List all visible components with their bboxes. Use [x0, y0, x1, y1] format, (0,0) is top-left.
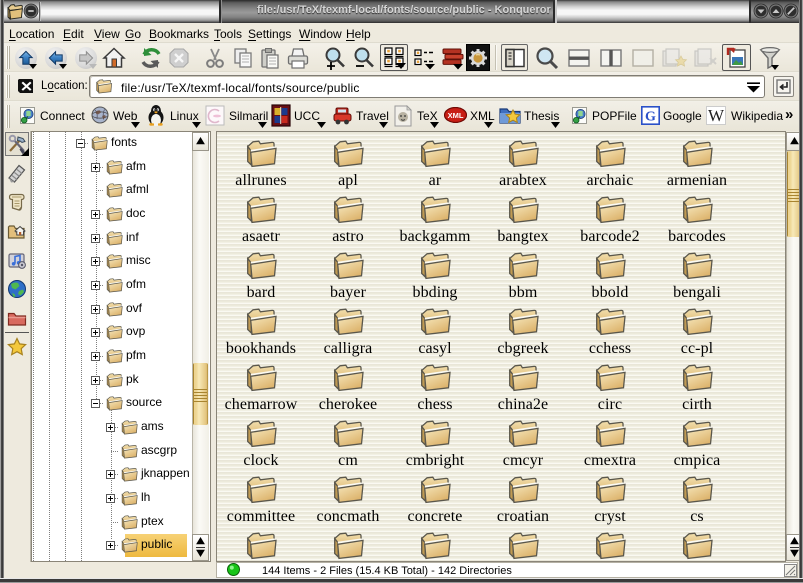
svg-text:XML: XML — [448, 111, 464, 120]
svg-text:W: W — [708, 106, 725, 125]
svg-text:G: G — [645, 110, 656, 125]
